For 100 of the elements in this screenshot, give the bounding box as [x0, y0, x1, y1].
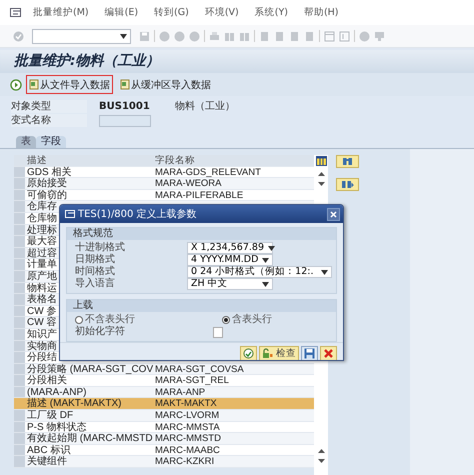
row-selector[interactable] — [14, 224, 25, 236]
table-cell: 工厂级 DF — [25, 410, 153, 422]
menu-item[interactable]: 编辑(E) — [104, 6, 138, 19]
find-next-button[interactable] — [336, 178, 359, 191]
table-cell: 原始接受 — [25, 178, 153, 190]
row-selector[interactable] — [14, 270, 25, 283]
menu-item[interactable]: 批量维护(M) — [33, 6, 89, 19]
input-field[interactable] — [99, 114, 151, 126]
table-cell: MARC-LVORM — [153, 410, 314, 422]
print-icon[interactable] — [209, 30, 220, 42]
dropdown-field[interactable]: X 1,234,567.89 — [187, 242, 273, 254]
row-selector[interactable] — [14, 352, 25, 364]
menu-icon[interactable] — [10, 8, 21, 17]
tab[interactable]: 表 — [16, 136, 36, 148]
dropdown-arrow-icon[interactable] — [262, 282, 269, 286]
row-selector[interactable] — [14, 294, 25, 306]
command-field[interactable] — [32, 28, 131, 44]
dropdown-field[interactable]: 0 24 小时格式（例如：12:. — [187, 266, 332, 278]
menu-item[interactable]: 系统(Y) — [254, 6, 288, 19]
menu-item[interactable]: 转到(G) — [154, 6, 189, 19]
binoculars-icon — [342, 157, 353, 166]
row-selector[interactable] — [14, 433, 25, 445]
tab[interactable]: 字段 — [36, 136, 66, 148]
menu-item[interactable]: 帮助(H) — [304, 6, 339, 19]
table-cell: 可偷窃的 — [25, 190, 153, 202]
column-settings-icon[interactable] — [316, 156, 326, 166]
toolbar-button[interactable]: 从文件导入数据 — [26, 75, 113, 94]
close-button[interactable] — [327, 208, 340, 220]
table-cell: 分段策略 (MARA-SGT_COV — [25, 364, 153, 376]
execute-icon[interactable] — [10, 78, 22, 90]
window-icon[interactable] — [324, 30, 335, 42]
table-cell: (MARA-ANP) — [25, 386, 153, 398]
scroll-up-icon[interactable] — [318, 172, 324, 176]
row-selector[interactable] — [14, 212, 25, 225]
document-icon — [29, 79, 39, 90]
row-selector[interactable] — [14, 444, 25, 456]
table-cell: MARA-SGT_COVSA — [153, 364, 314, 376]
table-cell: MARC-MMSTA — [153, 422, 314, 434]
table-cell: MARC-KZKRI — [153, 456, 314, 468]
table-cell: ABC 标识 — [25, 444, 153, 456]
row-selector[interactable] — [14, 328, 25, 340]
column-header[interactable]: 字段名称 — [153, 155, 314, 167]
screen-title: 批量维护:物料（工业） — [14, 53, 160, 70]
save-icon — [304, 348, 315, 358]
input-field[interactable] — [213, 327, 223, 338]
row-selector[interactable] — [14, 155, 25, 167]
table-cell: P-S 物料状态 — [25, 422, 153, 434]
column-header[interactable]: 描述 — [25, 155, 153, 167]
table-cell: 分段相关 — [25, 375, 153, 387]
row-selector[interactable] — [14, 386, 25, 398]
save-icon[interactable] — [139, 30, 150, 42]
execute-button[interactable] — [240, 346, 257, 360]
table-cell: MARA-PILFERABLE — [153, 190, 314, 202]
table-cell: 关键组件 — [25, 456, 153, 468]
field-label: 对象类型 — [11, 100, 87, 113]
find-button[interactable] — [336, 155, 359, 168]
document-icon — [120, 79, 130, 90]
scroll-down-icon[interactable] — [318, 182, 324, 186]
row-selector[interactable] — [14, 282, 25, 294]
row-selector[interactable] — [14, 375, 25, 387]
row-selector[interactable] — [14, 410, 25, 422]
field-label: 初始化字符 — [75, 326, 125, 338]
row-selector[interactable] — [14, 236, 25, 248]
table-cell: MARA-GDS_RELEVANT — [153, 166, 314, 178]
menu-item[interactable]: 环境(V) — [204, 6, 239, 19]
row-selector[interactable] — [14, 317, 25, 329]
row-selector[interactable] — [14, 248, 25, 260]
table-cell: MARA-ANP — [153, 386, 314, 398]
lock-icon — [262, 348, 273, 358]
monitor-icon[interactable] — [374, 30, 385, 42]
row-selector[interactable] — [14, 340, 25, 352]
window-icon[interactable] — [339, 30, 350, 42]
dropdown-arrow-icon[interactable] — [120, 34, 127, 38]
row-selector[interactable] — [14, 201, 25, 213]
check-button[interactable]: 检查 — [259, 346, 299, 360]
table-cell: GDS 相关 — [25, 166, 153, 178]
dropdown-arrow-icon[interactable] — [321, 270, 328, 274]
cancel-button[interactable] — [320, 346, 337, 360]
table-cell: MARA-WEORA — [153, 178, 314, 190]
window-icon — [65, 210, 75, 218]
dropdown-field[interactable]: ZH 中文 — [187, 278, 273, 290]
radio-button[interactable]: 含表头行 — [222, 314, 272, 326]
table-cell: MARC-MMSTD — [153, 433, 314, 445]
check-icon[interactable] — [13, 30, 24, 42]
row-selector[interactable] — [14, 422, 25, 434]
row-selector[interactable] — [14, 190, 25, 202]
table-cell: MARA-SGT_REL — [153, 375, 314, 387]
scroll-down-icon[interactable] — [318, 459, 324, 463]
row-selector[interactable] — [14, 306, 25, 318]
row-selector[interactable] — [14, 178, 25, 190]
field-label: 变式名称 — [11, 114, 87, 127]
scroll-up-icon[interactable] — [318, 449, 324, 453]
row-selector[interactable] — [14, 166, 25, 178]
dropdown-field[interactable]: 4 YYYY.MM.DD — [187, 254, 273, 266]
toolbar-button[interactable]: 从缓冲区导入数据 — [117, 75, 214, 94]
save-button[interactable] — [301, 346, 318, 360]
row-selector[interactable] — [14, 456, 25, 468]
row-selector[interactable] — [14, 259, 25, 271]
row-selector[interactable] — [14, 398, 25, 410]
row-selector[interactable] — [14, 364, 25, 376]
